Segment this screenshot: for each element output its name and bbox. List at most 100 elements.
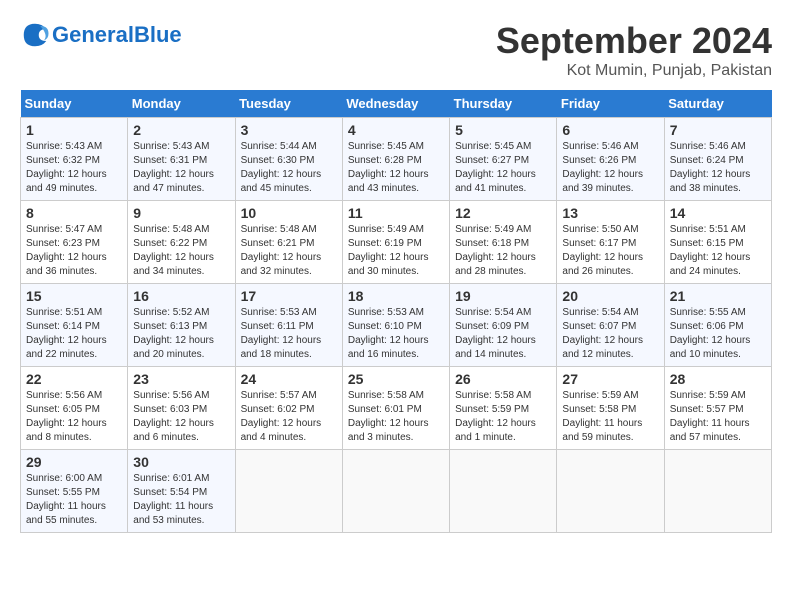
table-row: 18 Sunrise: 5:53 AM Sunset: 6:10 PM Dayli… (342, 284, 449, 367)
table-row: 15 Sunrise: 5:51 AM Sunset: 6:14 PM Dayli… (21, 284, 128, 367)
day-number: 22 (26, 371, 122, 387)
day-number: 7 (670, 122, 766, 138)
table-row: 25Sunrise: 5:58 AM Sunset: 6:01 PM Dayli… (342, 367, 449, 450)
day-info: Sunrise: 5:53 AM Sunset: 6:11 PM Dayligh… (241, 306, 337, 362)
day-info: Sunrise: 5:54 AM Sunset: 6:07 PM Dayligh… (562, 306, 658, 362)
day-info: Sunrise: 5:51 AM Sunset: 6:14 PM Dayligh… (26, 306, 122, 362)
day-number: 18 (348, 288, 444, 304)
day-number: 2 (133, 122, 229, 138)
col-friday: Friday (557, 90, 664, 118)
table-row: 4 Sunrise: 5:45 AM Sunset: 6:28 PM Daylig… (342, 118, 449, 201)
table-row: 9Sunrise: 5:48 AM Sunset: 6:22 PM Daylig… (128, 201, 235, 284)
day-number: 29 (26, 454, 122, 470)
day-number: 27 (562, 371, 658, 387)
day-number: 24 (241, 371, 337, 387)
table-row: 19 Sunrise: 5:54 AM Sunset: 6:09 PM Dayli… (450, 284, 557, 367)
table-row: 29Sunrise: 6:00 AM Sunset: 5:55 PM Dayli… (21, 450, 128, 533)
day-info: Sunrise: 5:44 AM Sunset: 6:30 PM Dayligh… (241, 140, 337, 196)
table-row: 3 Sunrise: 5:44 AM Sunset: 6:30 PM Daylig… (235, 118, 342, 201)
calendar-week-row: 29Sunrise: 6:00 AM Sunset: 5:55 PM Dayli… (21, 450, 772, 533)
day-number: 8 (26, 205, 122, 221)
day-number: 13 (562, 205, 658, 221)
day-info: Sunrise: 5:48 AM Sunset: 6:21 PM Dayligh… (241, 223, 337, 279)
col-sunday: Sunday (21, 90, 128, 118)
day-info: Sunrise: 5:46 AM Sunset: 6:26 PM Dayligh… (562, 140, 658, 196)
calendar-table: Sunday Monday Tuesday Wednesday Thursday… (20, 90, 772, 533)
title-block: September 2024 Kot Mumin, Punjab, Pakist… (496, 20, 772, 80)
table-row: 24 Sunrise: 5:57 AM Sunset: 6:02 PM Dayli… (235, 367, 342, 450)
table-row: 21 Sunrise: 5:55 AM Sunset: 6:06 PM Dayli… (664, 284, 771, 367)
day-info: Sunrise: 5:48 AM Sunset: 6:22 PM Dayligh… (133, 223, 229, 279)
day-info: Sunrise: 5:46 AM Sunset: 6:24 PM Dayligh… (670, 140, 766, 196)
calendar-week-row: 15 Sunrise: 5:51 AM Sunset: 6:14 PM Dayli… (21, 284, 772, 367)
table-row (664, 450, 771, 533)
table-row: 30Sunrise: 6:01 AM Sunset: 5:54 PM Dayli… (128, 450, 235, 533)
day-info: Sunrise: 5:57 AM Sunset: 6:02 PM Dayligh… (241, 389, 337, 445)
day-info: Sunrise: 5:50 AM Sunset: 6:17 PM Dayligh… (562, 223, 658, 279)
table-row: 23 Sunrise: 5:56 AM Sunset: 6:03 PM Dayli… (128, 367, 235, 450)
day-info: Sunrise: 5:59 AM Sunset: 5:58 PM Dayligh… (562, 389, 658, 445)
table-row (342, 450, 449, 533)
day-number: 14 (670, 205, 766, 221)
day-number: 26 (455, 371, 551, 387)
day-info: Sunrise: 5:43 AM Sunset: 6:31 PM Dayligh… (133, 140, 229, 196)
table-row: 11 Sunrise: 5:49 AM Sunset: 6:19 PM Dayli… (342, 201, 449, 284)
day-number: 4 (348, 122, 444, 138)
day-info: Sunrise: 5:52 AM Sunset: 6:13 PM Dayligh… (133, 306, 229, 362)
day-number: 6 (562, 122, 658, 138)
day-info: Sunrise: 5:47 AM Sunset: 6:23 PM Dayligh… (26, 223, 122, 279)
table-row: 12Sunrise: 5:49 AM Sunset: 6:18 PM Dayli… (450, 201, 557, 284)
day-info: Sunrise: 5:56 AM Sunset: 6:03 PM Dayligh… (133, 389, 229, 445)
day-info: Sunrise: 5:58 AM Sunset: 5:59 PM Dayligh… (455, 389, 551, 445)
day-number: 10 (241, 205, 337, 221)
day-info: Sunrise: 5:45 AM Sunset: 6:27 PM Dayligh… (455, 140, 551, 196)
day-number: 1 (26, 122, 122, 138)
table-row: 1 Sunrise: 5:43 AM Sunset: 6:32 PM Daylig… (21, 118, 128, 201)
table-row: 2 Sunrise: 5:43 AM Sunset: 6:31 PM Daylig… (128, 118, 235, 201)
col-saturday: Saturday (664, 90, 771, 118)
table-row: 6 Sunrise: 5:46 AM Sunset: 6:26 PM Daylig… (557, 118, 664, 201)
day-info: Sunrise: 5:54 AM Sunset: 6:09 PM Dayligh… (455, 306, 551, 362)
month-title: September 2024 (496, 20, 772, 62)
table-row (557, 450, 664, 533)
day-info: Sunrise: 5:45 AM Sunset: 6:28 PM Dayligh… (348, 140, 444, 196)
calendar-week-row: 1 Sunrise: 5:43 AM Sunset: 6:32 PM Daylig… (21, 118, 772, 201)
col-tuesday: Tuesday (235, 90, 342, 118)
day-number: 19 (455, 288, 551, 304)
day-info: Sunrise: 5:53 AM Sunset: 6:10 PM Dayligh… (348, 306, 444, 362)
day-number: 5 (455, 122, 551, 138)
day-info: Sunrise: 5:49 AM Sunset: 6:19 PM Dayligh… (348, 223, 444, 279)
day-number: 16 (133, 288, 229, 304)
page-header: GeneralBlue September 2024 Kot Mumin, Pu… (20, 20, 772, 80)
day-number: 30 (133, 454, 229, 470)
table-row: 20 Sunrise: 5:54 AM Sunset: 6:07 PM Dayli… (557, 284, 664, 367)
col-thursday: Thursday (450, 90, 557, 118)
calendar-week-row: 22 Sunrise: 5:56 AM Sunset: 6:05 PM Dayli… (21, 367, 772, 450)
table-row: 13 Sunrise: 5:50 AM Sunset: 6:17 PM Dayli… (557, 201, 664, 284)
table-row: 27 Sunrise: 5:59 AM Sunset: 5:58 PM Dayli… (557, 367, 664, 450)
day-number: 20 (562, 288, 658, 304)
logo-blue: Blue (134, 22, 182, 47)
calendar-week-row: 8 Sunrise: 5:47 AM Sunset: 6:23 PM Daylig… (21, 201, 772, 284)
day-info: Sunrise: 5:55 AM Sunset: 6:06 PM Dayligh… (670, 306, 766, 362)
day-info: Sunrise: 5:56 AM Sunset: 6:05 PM Dayligh… (26, 389, 122, 445)
table-row: 8 Sunrise: 5:47 AM Sunset: 6:23 PM Daylig… (21, 201, 128, 284)
day-info: Sunrise: 5:43 AM Sunset: 6:32 PM Dayligh… (26, 140, 122, 196)
col-monday: Monday (128, 90, 235, 118)
logo-text: GeneralBlue (52, 22, 182, 48)
table-row (450, 450, 557, 533)
day-number: 11 (348, 205, 444, 221)
table-row: 5 Sunrise: 5:45 AM Sunset: 6:27 PM Daylig… (450, 118, 557, 201)
day-number: 21 (670, 288, 766, 304)
table-row (235, 450, 342, 533)
logo-general: General (52, 22, 134, 47)
table-row: 16 Sunrise: 5:52 AM Sunset: 6:13 PM Dayli… (128, 284, 235, 367)
table-row: 28Sunrise: 5:59 AM Sunset: 5:57 PM Dayli… (664, 367, 771, 450)
table-row: 17Sunrise: 5:53 AM Sunset: 6:11 PM Dayli… (235, 284, 342, 367)
day-number: 3 (241, 122, 337, 138)
day-number: 12 (455, 205, 551, 221)
day-number: 23 (133, 371, 229, 387)
day-number: 25 (348, 371, 444, 387)
calendar-header-row: Sunday Monday Tuesday Wednesday Thursday… (21, 90, 772, 118)
day-number: 15 (26, 288, 122, 304)
